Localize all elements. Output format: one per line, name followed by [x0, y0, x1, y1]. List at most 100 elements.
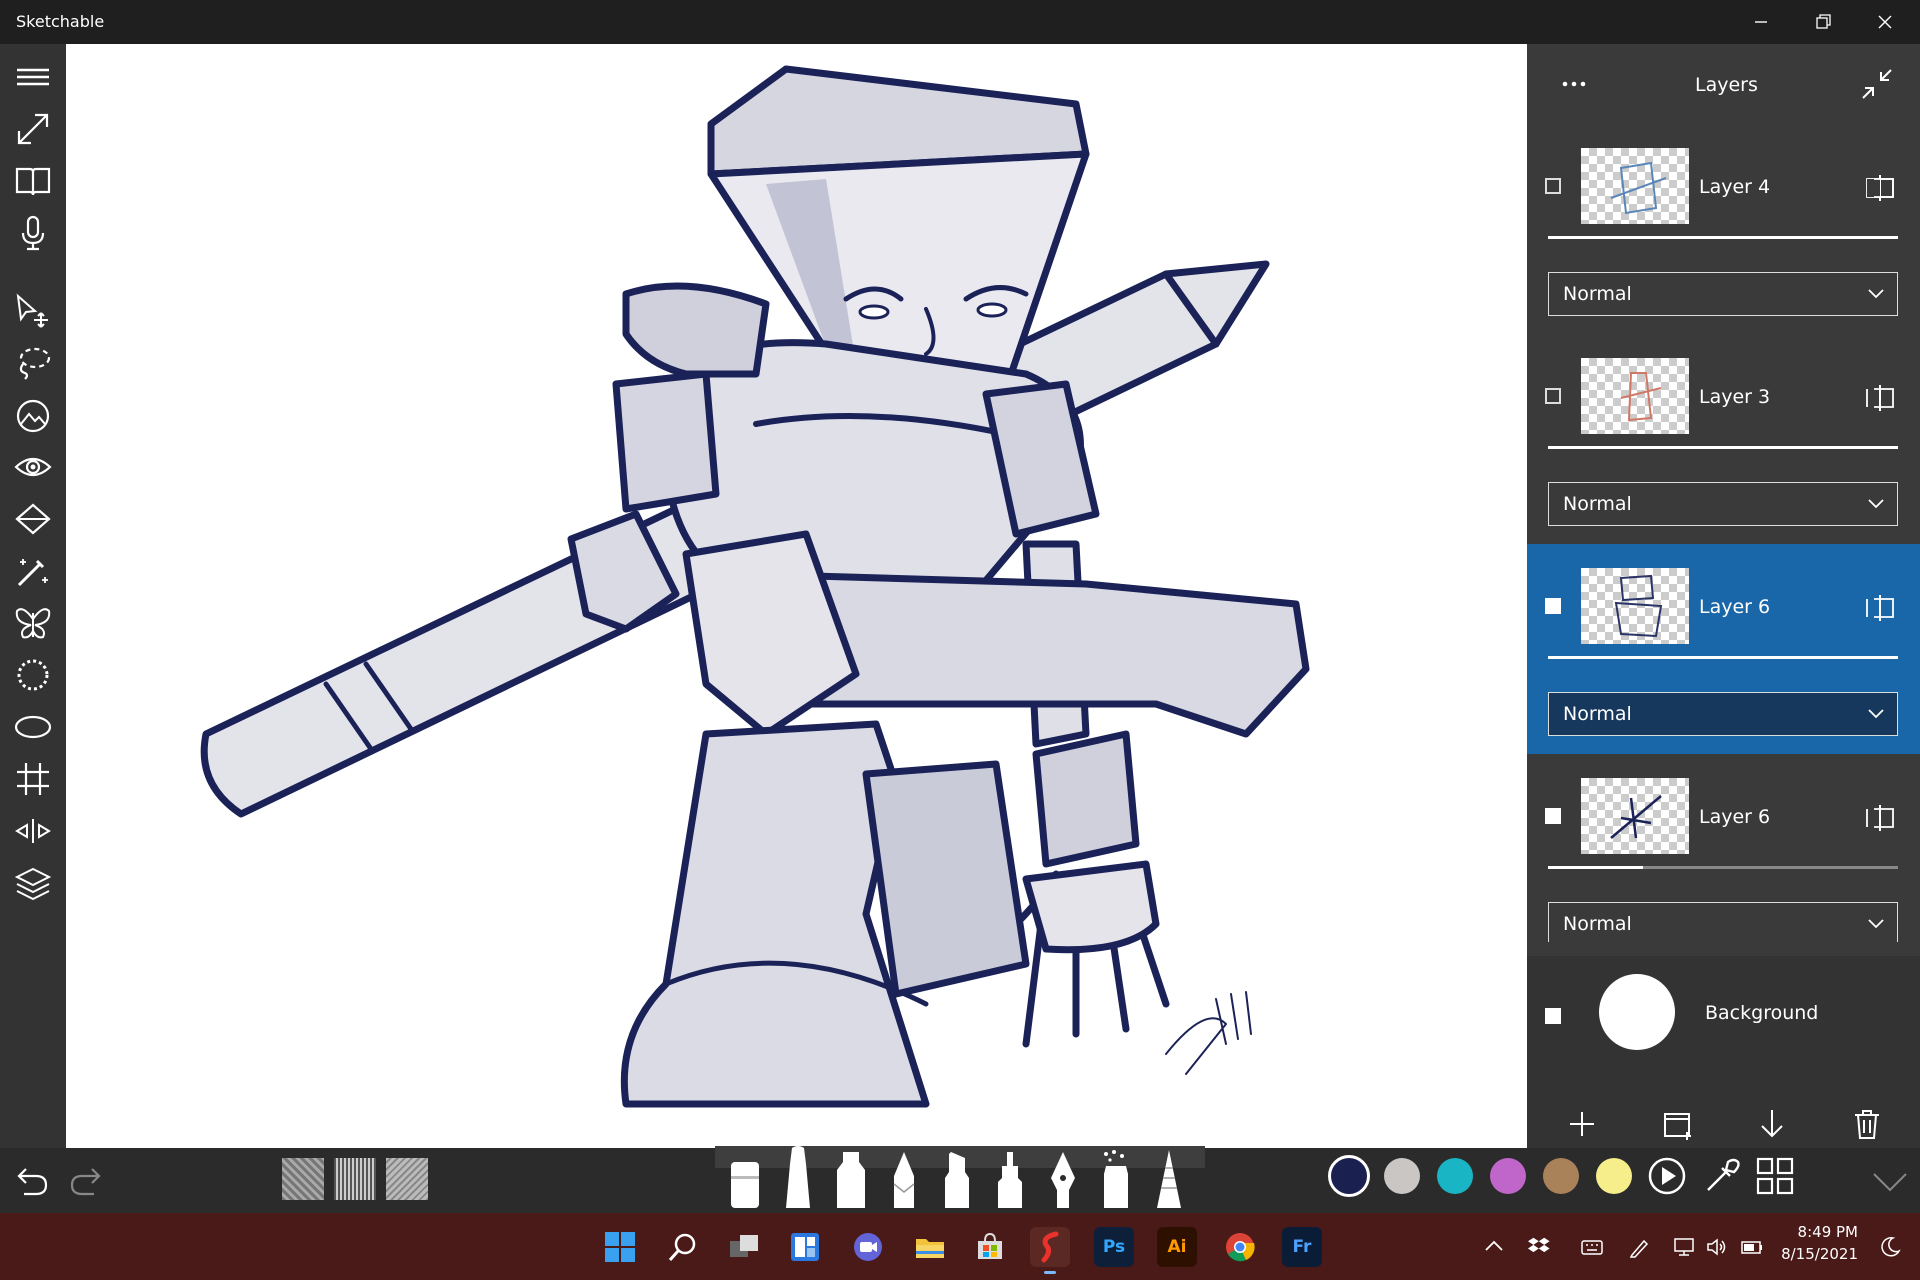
symmetry-tool[interactable] [10, 600, 56, 646]
merge-down-button[interactable] [1752, 1104, 1792, 1144]
focus-assist-tray-icon[interactable] [1878, 1235, 1902, 1259]
chrome-button[interactable] [1220, 1227, 1260, 1267]
color-swatch-active[interactable] [1328, 1155, 1370, 1197]
color-swatch[interactable] [1384, 1158, 1420, 1194]
background-color-swatch[interactable] [1599, 974, 1675, 1050]
pen-tray-icon[interactable] [1628, 1235, 1652, 1259]
layer-blend-select[interactable]: Normal [1548, 692, 1898, 736]
task-view-button[interactable] [724, 1227, 764, 1267]
keyboard-tray-icon[interactable] [1580, 1235, 1604, 1259]
layer-checkbox[interactable] [1545, 808, 1561, 824]
texture-swatch[interactable] [334, 1158, 376, 1200]
illustrator-button[interactable]: Ai [1157, 1227, 1197, 1267]
layer-visibility-toggle[interactable] [1864, 172, 1896, 204]
layers-tool[interactable] [10, 860, 56, 906]
layer-row-selected[interactable]: Layer 6 Normal [1527, 544, 1920, 754]
layer-blend-select[interactable]: Normal [1548, 272, 1898, 316]
brush-paint[interactable] [833, 1148, 869, 1210]
layer-visibility-toggle[interactable] [1864, 382, 1896, 414]
dropbox-tray-icon[interactable] [1528, 1235, 1552, 1259]
layer-opacity-slider[interactable] [1548, 446, 1898, 449]
delete-layer-button[interactable] [1847, 1104, 1887, 1144]
teams-button[interactable] [848, 1227, 888, 1267]
ellipse-tool[interactable] [10, 704, 56, 750]
minimize-button[interactable] [1730, 0, 1792, 44]
background-layer-row[interactable]: Background [1527, 956, 1920, 1076]
color-swatch[interactable] [1437, 1158, 1473, 1194]
layer-opacity-slider[interactable] [1548, 656, 1898, 659]
layer-row[interactable]: Layer 6 Normal [1527, 754, 1920, 964]
layer-row[interactable]: Layer 4 Normal [1527, 124, 1920, 334]
redo-button[interactable] [66, 1160, 106, 1200]
speaker-icon [1707, 1238, 1726, 1256]
store-button[interactable] [970, 1227, 1010, 1267]
brush-felt[interactable] [992, 1148, 1028, 1210]
magic-wand-tool[interactable] [10, 548, 56, 594]
widgets-button[interactable] [785, 1227, 825, 1267]
undo-button[interactable] [12, 1160, 52, 1200]
fullscreen-button[interactable] [10, 106, 56, 152]
duplicate-icon [1664, 1113, 1691, 1140]
layer-visibility-toggle[interactable] [1864, 802, 1896, 834]
fresco-button[interactable]: Fr [1282, 1227, 1322, 1267]
circle-select-tool[interactable] [10, 652, 56, 698]
select-move-tool[interactable] [10, 288, 56, 334]
photoshop-button[interactable]: Ps [1094, 1227, 1134, 1267]
expand-icon [17, 113, 49, 145]
layer-checkbox[interactable] [1545, 178, 1561, 194]
brush-smudge[interactable] [1151, 1148, 1187, 1210]
brush-airbrush[interactable] [1098, 1148, 1134, 1210]
voice-button[interactable] [10, 210, 56, 256]
start-button[interactable] [600, 1227, 640, 1267]
flip-tool[interactable] [10, 808, 56, 854]
layer-name: Layer 6 [1699, 596, 1771, 618]
brush-chisel[interactable] [939, 1148, 975, 1210]
network-tray-icon[interactable] [1673, 1235, 1697, 1259]
collapse-toolbar-button[interactable] [1870, 1162, 1910, 1202]
brush-eraser[interactable] [727, 1152, 763, 1210]
layer-checkbox[interactable] [1545, 1008, 1561, 1024]
search-button[interactable] [663, 1227, 703, 1267]
drawing-canvas[interactable] [66, 44, 1527, 1148]
fill-tool[interactable] [10, 496, 56, 542]
brush-pencil[interactable] [780, 1144, 816, 1210]
lasso-tool[interactable] [10, 340, 56, 386]
restore-button[interactable] [1792, 0, 1854, 44]
image-adjust-tool[interactable] [10, 392, 56, 438]
collapse-panel-button[interactable] [1857, 64, 1897, 104]
title-bar: Sketchable [0, 0, 1920, 44]
battery-tray-icon[interactable] [1740, 1235, 1764, 1259]
brush-ink-pen[interactable] [1045, 1148, 1081, 1210]
grid-tool[interactable] [10, 756, 56, 802]
add-layer-button[interactable] [1562, 1104, 1602, 1144]
menu-button[interactable] [10, 54, 56, 100]
layer-opacity-slider[interactable] [1548, 866, 1898, 869]
brush-marker[interactable] [886, 1148, 922, 1210]
texture-swatch[interactable] [282, 1158, 324, 1200]
layer-blend-select[interactable]: Normal [1548, 902, 1898, 942]
file-explorer-button[interactable] [910, 1227, 950, 1267]
layer-visibility-toggle[interactable] [1864, 592, 1896, 624]
gallery-button[interactable] [10, 158, 56, 204]
duplicate-layer-button[interactable] [1657, 1104, 1697, 1144]
visibility-tool[interactable] [10, 444, 56, 490]
texture-swatch[interactable] [386, 1158, 428, 1200]
color-swatch[interactable] [1490, 1158, 1526, 1194]
color-grid-button[interactable] [1755, 1156, 1795, 1196]
volume-tray-icon[interactable] [1705, 1235, 1729, 1259]
eyedropper-button[interactable] [1702, 1156, 1742, 1196]
layer-checkbox[interactable] [1545, 388, 1561, 404]
color-swatch[interactable] [1543, 1158, 1579, 1194]
show-hidden-icons-button[interactable] [1483, 1235, 1505, 1257]
layer-checkbox[interactable] [1545, 598, 1561, 614]
color-swatch[interactable] [1596, 1158, 1632, 1194]
layer-opacity-slider[interactable] [1548, 236, 1898, 239]
clock[interactable]: 8:49 PM 8/15/2021 [1778, 1223, 1858, 1263]
close-button[interactable] [1854, 0, 1916, 44]
sketchable-taskbar-button[interactable] [1030, 1227, 1070, 1274]
play-button[interactable] [1647, 1156, 1687, 1196]
layer-row[interactable]: Layer 3 Normal [1527, 334, 1920, 544]
panel-menu-button[interactable] [1557, 66, 1593, 102]
smudge-icon [1157, 1150, 1181, 1208]
layer-blend-select[interactable]: Normal [1548, 482, 1898, 526]
